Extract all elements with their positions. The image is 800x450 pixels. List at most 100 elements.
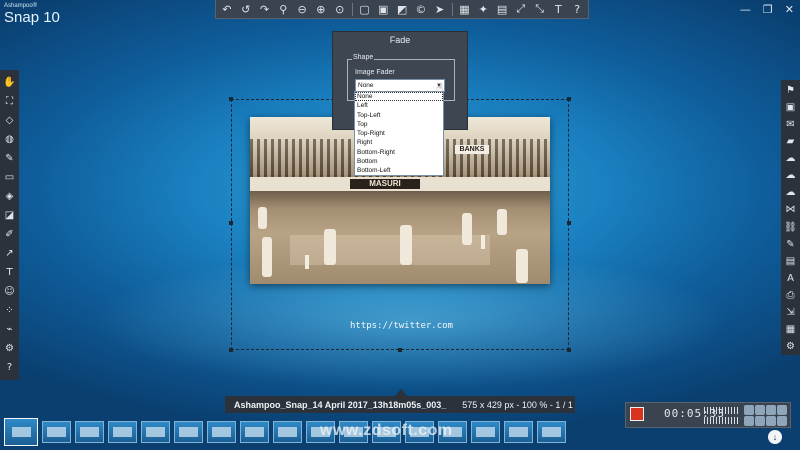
close-icon[interactable]: ✕ — [785, 3, 794, 16]
region-icon[interactable] — [777, 416, 787, 426]
save-icon[interactable]: ▣ — [782, 99, 799, 115]
thumbnail[interactable] — [42, 421, 71, 443]
crop-icon[interactable]: ▢ — [356, 1, 374, 18]
calendar-icon[interactable]: ▦ — [456, 1, 474, 18]
cloud-upload-icon[interactable]: ☁ — [782, 168, 799, 184]
thumbnail[interactable] — [141, 421, 170, 443]
resize-handle[interactable] — [229, 348, 233, 352]
thumbnail[interactable] — [273, 421, 302, 443]
dropdown-option[interactable]: Left — [355, 101, 443, 110]
record-button[interactable] — [630, 407, 644, 421]
dropdown-option[interactable]: None — [355, 92, 443, 102]
zoom-fit-icon[interactable]: ⊙ — [331, 1, 349, 18]
cloud-download-icon[interactable]: ☁ — [782, 185, 799, 201]
thumbnail[interactable] — [504, 421, 533, 443]
thumbnail[interactable] — [207, 421, 236, 443]
cursor-icon[interactable]: ➤ — [431, 1, 449, 18]
thumbnail[interactable] — [174, 421, 203, 443]
thumbnail[interactable] — [240, 421, 269, 443]
resize-handle[interactable] — [567, 97, 571, 101]
mic-icon[interactable] — [755, 416, 765, 426]
gear-right-icon[interactable]: ⚙ — [782, 339, 799, 355]
numbering-icon[interactable]: ⁘ — [1, 301, 18, 319]
print-icon[interactable]: ⎙ — [782, 288, 799, 304]
image-icon[interactable]: ▤ — [493, 1, 511, 18]
help-left-icon[interactable]: ? — [1, 358, 18, 376]
thumbnail[interactable] — [4, 418, 38, 446]
arrow-icon[interactable]: ↗ — [1, 244, 18, 262]
restore-icon[interactable]: ❐ — [763, 3, 773, 16]
shapes-icon[interactable]: ◪ — [1, 206, 18, 224]
share-icon[interactable]: ⋈ — [782, 202, 799, 218]
expand-icon[interactable]: ⤡ — [531, 1, 549, 18]
highlighter-icon[interactable]: ✎ — [1, 149, 18, 167]
info-bar: Ashampoo_Snap_14 April 2017_13h18m05s_00… — [225, 396, 575, 413]
zoom-in-icon[interactable]: ⊕ — [312, 1, 330, 18]
webcam-icon[interactable] — [744, 416, 754, 426]
ocr-icon[interactable]: A — [782, 270, 799, 286]
edit-icon[interactable]: ✎ — [782, 236, 799, 252]
volume-icon[interactable] — [766, 405, 776, 415]
blur-icon[interactable]: ◍ — [1, 130, 18, 148]
settings-icon[interactable]: ⚙ — [1, 339, 18, 357]
smart-tool-icon[interactable]: ✋ — [1, 73, 18, 91]
email-icon[interactable]: ✉ — [782, 116, 799, 132]
zoom-icon[interactable]: ⚲ — [274, 1, 292, 18]
resize-handle[interactable] — [229, 221, 233, 225]
resize-handle[interactable] — [567, 221, 571, 225]
camera-icon[interactable] — [744, 405, 754, 415]
pen-icon[interactable]: ✐ — [1, 225, 18, 243]
export-icon[interactable]: ⇲ — [782, 305, 799, 321]
download-icon[interactable]: ↓ — [768, 430, 782, 444]
magic-wand-icon[interactable]: ✦ — [474, 1, 492, 18]
dropdown-option[interactable]: Right — [355, 138, 443, 147]
eraser-icon[interactable]: ◇ — [1, 111, 18, 129]
thumbnail-image — [509, 427, 528, 437]
resize-handle[interactable] — [567, 348, 571, 352]
text-icon[interactable]: T — [550, 1, 568, 18]
left-toolbar: ✋ ⛶ ◇ ◍ ✎ ▭ ◈ ◪ ✐ ↗ T ☺ ⁘ ⌁ ⚙? — [0, 70, 19, 380]
minimize-icon[interactable]: — — [740, 3, 751, 16]
thumbnail-image — [179, 427, 198, 437]
border-icon[interactable]: ▣ — [374, 1, 392, 18]
settings-icon[interactable] — [777, 405, 787, 415]
resize-handle[interactable] — [398, 348, 402, 352]
dropdown-option[interactable]: Top-Right — [355, 129, 443, 138]
thumbnail[interactable] — [75, 421, 104, 443]
help-icon[interactable]: ? — [568, 1, 586, 18]
pin-icon[interactable]: ⚑ — [782, 82, 799, 98]
crop-tool-icon[interactable]: ⛶ — [1, 92, 18, 110]
cursor-option-icon[interactable] — [766, 416, 776, 426]
brush-icon[interactable]: ⌁ — [1, 320, 18, 338]
undo-step-icon[interactable]: ↺ — [237, 1, 255, 18]
thumbnail-strip — [0, 414, 610, 450]
copyright-icon[interactable]: © — [412, 1, 430, 18]
undo-icon[interactable]: ↶ — [218, 1, 236, 18]
document-icon[interactable]: ▤ — [782, 253, 799, 269]
dropdown-option[interactable]: Bottom-Left — [355, 166, 443, 175]
thumbnail[interactable] — [537, 421, 566, 443]
selection-icon[interactable]: ▭ — [1, 168, 18, 186]
text-tool-icon[interactable]: T — [1, 263, 18, 281]
dropdown-option[interactable]: Top — [355, 120, 443, 129]
dropdown-option[interactable]: Bottom — [355, 157, 443, 166]
folder-icon[interactable]: ▰ — [782, 133, 799, 149]
watermark: www.zdsoft.com — [320, 422, 453, 439]
zoom-out-icon[interactable]: ⊖ — [293, 1, 311, 18]
color-icon[interactable]: ◩ — [393, 1, 411, 18]
umpire — [262, 237, 272, 277]
redo-icon[interactable]: ↷ — [256, 1, 274, 18]
dropdown-option[interactable]: Bottom-Right — [355, 148, 443, 157]
monitor-icon[interactable] — [755, 405, 765, 415]
resize-icon[interactable]: ⤢ — [512, 1, 530, 18]
thumbnail[interactable] — [108, 421, 137, 443]
link-icon[interactable]: ⛓ — [782, 219, 799, 235]
stamp-icon[interactable]: ☺ — [1, 282, 18, 300]
thumbnail[interactable] — [471, 421, 500, 443]
resize-handle[interactable] — [229, 97, 233, 101]
fill-icon[interactable]: ◈ — [1, 187, 18, 205]
dropdown-option[interactable]: Top-Left — [355, 111, 443, 120]
film-icon[interactable]: ▦ — [782, 322, 799, 338]
cloud-icon[interactable]: ☁ — [782, 151, 799, 167]
dialog-title: Fade — [389, 35, 411, 45]
